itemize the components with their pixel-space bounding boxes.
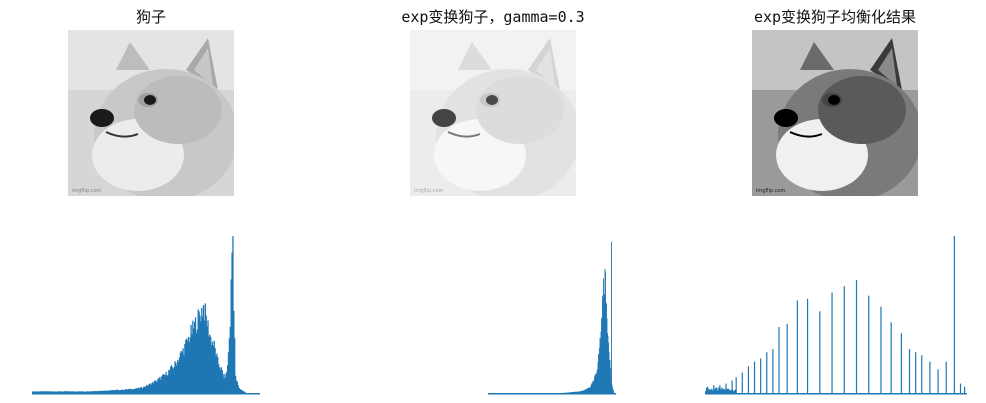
histogram-spike [766, 352, 768, 393]
histogram-equalized [705, 230, 967, 395]
doge-image-original-art: imgflip.com [68, 30, 234, 196]
histogram-spike [772, 349, 774, 393]
histogram-spike [915, 352, 917, 393]
histogram-spike [753, 361, 756, 393]
watermark: imgflip.com [414, 188, 444, 194]
histogram-spike [719, 385, 721, 393]
histogram-spike [963, 386, 966, 393]
histogram-spike [880, 306, 882, 393]
watermark: imgflip.com [756, 188, 786, 194]
watermark: imgflip.com [72, 188, 102, 194]
doge-image-equalized: imgflip.com [752, 30, 918, 196]
histogram-spike [786, 323, 788, 393]
histogram-baseline [32, 393, 260, 395]
doge-image-equalized-art: imgflip.com [752, 30, 918, 196]
histogram-spike [945, 361, 947, 393]
histogram-spike [725, 383, 727, 393]
doge-image-gamma: imgflip.com [410, 30, 576, 196]
histogram-spike [953, 236, 955, 393]
histogram-spike [713, 385, 715, 393]
histogram-spike [929, 361, 931, 393]
histogram-spike [908, 349, 911, 393]
histogram-spike [937, 369, 939, 393]
histogram-spike [843, 286, 845, 393]
histogram-original [32, 230, 260, 395]
panel-title-gamma: exp变换狗子，gamma=0.3 [401, 8, 585, 26]
histogram-spike [806, 298, 809, 393]
panel-title-equalized: exp变换狗子均衡化结果 [753, 8, 917, 26]
histogram-gamma-svg [488, 241, 616, 395]
histogram-baseline [488, 393, 616, 395]
histogram-spike [747, 366, 750, 393]
histogram-spike [819, 311, 821, 393]
histogram-spike [890, 322, 892, 393]
histogram-spike [831, 292, 833, 393]
histogram-spike [760, 358, 762, 393]
histogram-spike [900, 333, 902, 393]
histogram-bar [613, 390, 614, 393]
histogram-spike [778, 327, 780, 393]
doge-image-gamma-art: imgflip.com [410, 30, 576, 196]
histogram-baseline [705, 393, 967, 395]
histogram-bar [611, 241, 612, 393]
histogram-spike [921, 355, 923, 393]
histogram-spike [855, 279, 858, 393]
histogram-spike [731, 380, 733, 393]
doge-image-original: imgflip.com [68, 30, 234, 196]
histogram-spike [735, 377, 737, 393]
histogram-gamma [488, 230, 616, 395]
panel-title-original: 狗子 [135, 8, 166, 26]
histogram-original-svg [32, 236, 260, 395]
histogram-spike [959, 383, 962, 393]
histogram-equalized-svg [705, 236, 967, 395]
histogram-spike [868, 295, 870, 393]
histogram-spike [796, 300, 798, 393]
histogram-spike [707, 386, 709, 393]
histogram-spike [741, 372, 743, 393]
